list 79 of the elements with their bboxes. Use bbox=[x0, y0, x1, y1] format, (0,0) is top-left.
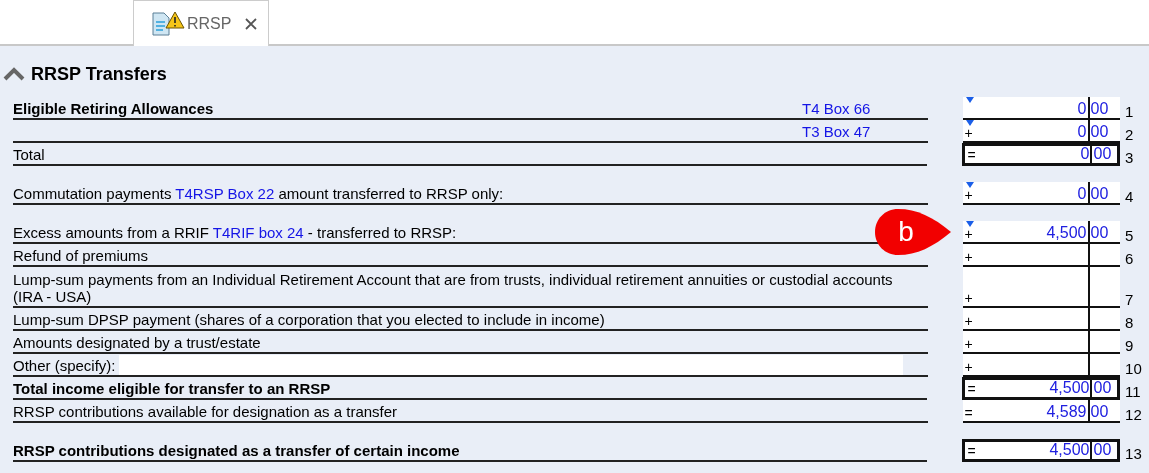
line-number: 9 bbox=[1124, 336, 1135, 354]
operator-sign: = bbox=[967, 444, 976, 458]
form-link[interactable]: T3 Box 47 bbox=[802, 123, 871, 140]
amount-field[interactable]: + 0 00 bbox=[962, 182, 1121, 205]
dollar-value: 0 bbox=[1077, 100, 1087, 118]
field-label: Total income eligible for transfer to an RRSP bbox=[13, 380, 331, 398]
cents-value: 00 bbox=[1090, 224, 1109, 242]
close-icon[interactable] bbox=[245, 17, 258, 30]
operator-sign: = bbox=[967, 382, 976, 396]
document-tab[interactable]: RRSP bbox=[133, 0, 269, 46]
line-number: 10 bbox=[1124, 359, 1143, 377]
field-label: Total bbox=[13, 146, 45, 164]
field-label: Eligible Retiring Allowances bbox=[13, 100, 214, 118]
cents-value: 00 bbox=[1093, 441, 1112, 459]
field-label: Lump-sum DPSP payment (shares of a corporation that you elected to include in income) bbox=[13, 311, 605, 329]
amount-field[interactable]: = 4,500 00 bbox=[962, 439, 1121, 462]
line-number: 1 bbox=[1124, 102, 1135, 120]
form-link[interactable]: T4 Box 66 bbox=[802, 100, 871, 117]
field-label: Lump-sum payments from an Individual Retirement Account that are from trusts, individual retirement annuities or custodial accounts (IRA - USA) bbox=[13, 271, 894, 306]
operator-sign: = bbox=[964, 406, 973, 420]
field-label: RRSP contributions designated as a transfer of certain income bbox=[13, 442, 460, 460]
dollar-value: 4,500 bbox=[1049, 441, 1090, 459]
dollar-value: 0 bbox=[1080, 145, 1090, 163]
line-number: 4 bbox=[1124, 187, 1135, 205]
line-number: 13 bbox=[1124, 444, 1143, 462]
amount-field[interactable]: 0 00 bbox=[962, 97, 1121, 120]
operator-sign: + bbox=[964, 360, 973, 374]
cents-value: 00 bbox=[1093, 379, 1112, 397]
amount-field[interactable]: + 4,500 00 bbox=[962, 221, 1121, 244]
operator-sign: + bbox=[964, 126, 973, 140]
callout-marker: b bbox=[875, 209, 951, 255]
form-link[interactable]: T4RIF box 24 bbox=[212, 224, 304, 241]
dollar-value: 0 bbox=[1077, 185, 1087, 203]
line-number: 11 bbox=[1124, 382, 1142, 400]
marker-icon bbox=[965, 221, 974, 227]
amount-field[interactable]: = 4,589 00 bbox=[962, 400, 1121, 423]
line-number: 7 bbox=[1124, 290, 1135, 308]
specify-input-field[interactable] bbox=[118, 355, 903, 375]
dollar-value: 0 bbox=[1077, 123, 1087, 141]
cents-value: 00 bbox=[1090, 100, 1109, 118]
line-number: 12 bbox=[1124, 405, 1143, 423]
marker-icon bbox=[965, 182, 974, 188]
cents-value: 00 bbox=[1093, 145, 1112, 163]
cents-value: 00 bbox=[1090, 123, 1109, 141]
field-label: Amounts designated by a trust/estate bbox=[13, 334, 261, 352]
amount-field[interactable]: = 0 00 bbox=[962, 143, 1121, 166]
marker-icon bbox=[965, 97, 974, 103]
amount-field[interactable]: + bbox=[962, 308, 1121, 331]
amount-field[interactable]: + bbox=[962, 267, 1121, 308]
cents-value: 00 bbox=[1090, 403, 1109, 421]
operator-sign: + bbox=[964, 291, 973, 305]
operator-sign: + bbox=[964, 188, 973, 202]
amount-field[interactable]: + bbox=[962, 331, 1121, 354]
cents-value: 00 bbox=[1090, 185, 1109, 203]
field-label: Commutation payments T4RSP Box 22 amount transferred to RRSP only: bbox=[13, 185, 504, 203]
operator-sign: + bbox=[964, 314, 973, 328]
dollar-value: 4,589 bbox=[1046, 403, 1087, 421]
line-number: 6 bbox=[1124, 249, 1135, 267]
line-number: 3 bbox=[1124, 148, 1135, 166]
amount-field[interactable]: + 0 00 bbox=[962, 120, 1121, 143]
operator-sign: + bbox=[964, 337, 973, 351]
line-number: 8 bbox=[1124, 313, 1135, 331]
line-number: 2 bbox=[1124, 125, 1135, 143]
amount-field[interactable]: = 4,500 00 bbox=[962, 377, 1121, 400]
line-number: 5 bbox=[1124, 226, 1135, 244]
form-link[interactable]: T4RSP Box 22 bbox=[175, 185, 275, 202]
section-title: RRSP Transfers bbox=[31, 63, 167, 85]
dollar-value: 4,500 bbox=[1049, 379, 1090, 397]
amount-field[interactable]: + bbox=[962, 244, 1121, 267]
amount-field[interactable]: + bbox=[962, 354, 1121, 377]
operator-sign: = bbox=[967, 148, 976, 162]
operator-sign: + bbox=[964, 227, 973, 241]
field-label: Refund of premiums bbox=[13, 247, 149, 265]
field-label: RRSP contributions available for designation as a transfer bbox=[13, 403, 398, 421]
field-label: Excess amounts from a RRIF T4RIF box 24 - transferred to RRSP: bbox=[13, 224, 457, 242]
field-label: Other (specify): bbox=[13, 357, 116, 375]
dollar-value: 4,500 bbox=[1046, 224, 1087, 242]
chevron-up-icon[interactable] bbox=[3, 67, 25, 81]
operator-sign: + bbox=[964, 250, 973, 264]
